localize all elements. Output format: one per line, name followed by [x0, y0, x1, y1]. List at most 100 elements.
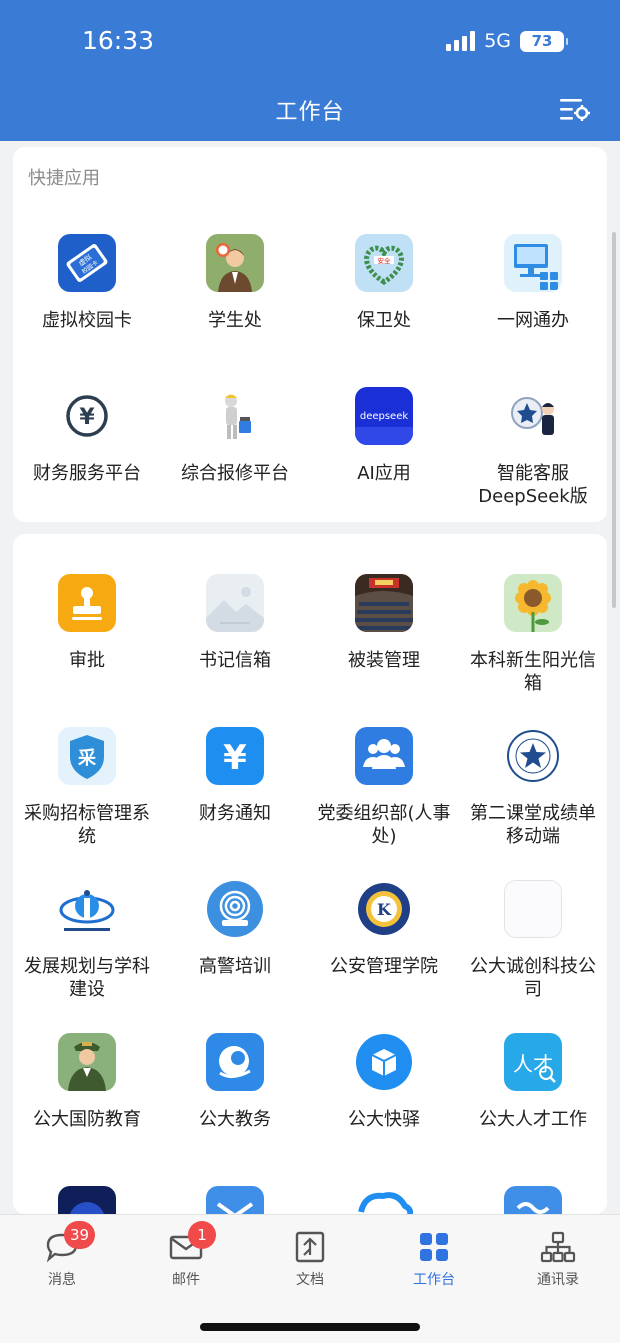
sunflower-icon: [504, 574, 562, 632]
app-label: 公大国防教育: [33, 1109, 141, 1130]
app-academic-affairs[interactable]: 公大教务: [161, 1033, 309, 1131]
app-label: 智能客服DeepSeek版: [478, 463, 588, 507]
app-express-station[interactable]: 公大快驿: [310, 1033, 458, 1131]
app-security-office[interactable]: 安全 保卫处: [310, 234, 458, 332]
mail-app-icon: [206, 1186, 264, 1214]
app-talent-work[interactable]: 人才 公大人才工作: [459, 1033, 607, 1131]
auditorium-photo-icon: [355, 574, 413, 632]
svg-text:K: K: [377, 900, 392, 919]
workbench-grid-icon: [414, 1227, 454, 1267]
document-icon: [290, 1227, 330, 1267]
battery-icon: 73: [520, 30, 568, 52]
app-repair-platform[interactable]: 综合报修平台: [161, 387, 309, 485]
student-affairs-icon: [206, 234, 264, 292]
cloud-app-icon: [355, 1186, 413, 1214]
app-label: 公大快驿: [348, 1109, 420, 1130]
tab-mail[interactable]: 1 邮件: [124, 1221, 248, 1289]
security-office-icon: 安全: [355, 234, 413, 292]
app-label: 审批: [69, 650, 105, 671]
app-partial-2[interactable]: [161, 1186, 309, 1214]
svg-text:人才: 人才: [513, 1052, 553, 1076]
app-finance-platform[interactable]: ¥ 财务服务平台: [13, 387, 161, 485]
tab-label: 文档: [296, 1272, 324, 1288]
app-approval[interactable]: 审批: [13, 574, 161, 672]
status-indicators: 5G 73: [446, 30, 568, 52]
finance-platform-icon: ¥: [58, 387, 116, 445]
chat-bubble-icon: 39: [42, 1221, 96, 1267]
app-one-stop-service[interactable]: 一网通办: [459, 234, 607, 332]
tab-label: 工作台: [413, 1272, 455, 1288]
app-finance-notice[interactable]: ¥ 财务通知: [161, 727, 309, 825]
app-label: 财务服务平台: [33, 463, 141, 484]
one-stop-service-icon: [504, 234, 562, 292]
app-label: 第二课堂成绩单移动端: [470, 803, 596, 847]
app-student-affairs[interactable]: 学生处: [161, 234, 309, 332]
apps-card: 审批 书记信箱 被装管理 本科新生阳光信箱 采 采购招标管理系统 ¥ 财务通知 …: [13, 534, 607, 1214]
unread-badge: 39: [64, 1221, 96, 1249]
app-uniform-management[interactable]: 被装管理: [310, 574, 458, 672]
svg-text:¥: ¥: [79, 405, 95, 430]
app-chengchuang-tech[interactable]: 公大诚创科技公司: [459, 880, 607, 1001]
app-partial-1[interactable]: [13, 1186, 161, 1214]
app-virtual-campus-card[interactable]: 虚拟 校园卡 虚拟校园卡: [13, 234, 161, 332]
app-label: 一网通办: [497, 310, 569, 331]
app-label: 高警培训: [199, 956, 271, 977]
app-label: 保卫处: [357, 310, 411, 331]
tab-messages[interactable]: 39 消息: [0, 1221, 124, 1289]
parcel-box-icon: [355, 1033, 413, 1091]
app-development-planning[interactable]: 发展规划与学科建设: [13, 880, 161, 1001]
unread-badge: 1: [188, 1221, 216, 1249]
scrollbar[interactable]: [612, 232, 616, 608]
app-label: 综合报修平台: [181, 463, 289, 484]
app-label: 书记信箱: [199, 650, 271, 671]
repair-platform-icon: [206, 387, 264, 445]
tab-documents[interactable]: 文档: [248, 1227, 372, 1289]
app-secretary-mailbox[interactable]: 书记信箱: [161, 574, 309, 672]
college-emblem-icon: K: [355, 880, 413, 938]
mail-icon: 1: [166, 1221, 216, 1267]
svg-text:安全: 安全: [378, 256, 392, 265]
app-party-organization[interactable]: 党委组织部(人事处): [310, 727, 458, 848]
police-emblem-icon: [504, 727, 562, 785]
svg-text:deepseek: deepseek: [360, 411, 409, 422]
app-label: 党委组织部(人事处): [317, 803, 451, 847]
app-police-management-college[interactable]: K 公安管理学院: [310, 880, 458, 978]
app-label: AI应用: [357, 463, 411, 484]
yuan-icon: ¥: [206, 727, 264, 785]
settings-list-icon[interactable]: [560, 97, 590, 123]
approval-stamp-icon: [58, 574, 116, 632]
wave-app-icon: [504, 1186, 562, 1214]
app-label: 公大人才工作: [479, 1109, 587, 1130]
app-label: 公大诚创科技公司: [470, 956, 596, 1000]
status-time: 16:33: [82, 26, 155, 55]
academic-affairs-icon: [206, 1033, 264, 1091]
app-freshman-mailbox[interactable]: 本科新生阳光信箱: [459, 574, 607, 695]
blank-app-icon: [504, 880, 562, 938]
training-icon: [206, 880, 264, 938]
app-procurement[interactable]: 采 采购招标管理系统: [13, 727, 161, 848]
app-partial-4[interactable]: [459, 1186, 607, 1214]
app-police-training[interactable]: 高警培训: [161, 880, 309, 978]
talent-icon: 人才: [504, 1033, 562, 1091]
tab-workbench[interactable]: 工作台: [372, 1227, 496, 1289]
tab-label: 通讯录: [537, 1272, 579, 1288]
app-ai[interactable]: deepseek AI应用: [310, 387, 458, 485]
app-label: 学生处: [208, 310, 262, 331]
app-defense-education[interactable]: 公大国防教育: [13, 1033, 161, 1131]
people-group-icon: [355, 727, 413, 785]
app-label: 被装管理: [348, 650, 420, 671]
app-label: 公安管理学院: [330, 956, 438, 977]
app-partial-3[interactable]: [310, 1186, 458, 1214]
image-placeholder-icon: [206, 574, 264, 632]
tab-contacts[interactable]: 通讯录: [496, 1227, 620, 1289]
app-second-classroom[interactable]: 第二课堂成绩单移动端: [459, 727, 607, 848]
page-title: 工作台: [275, 100, 345, 125]
app-label: 发展规划与学科建设: [24, 956, 150, 1000]
smart-support-icon: [504, 387, 562, 445]
procurement-icon: 采: [58, 727, 116, 785]
app-smart-support[interactable]: 智能客服DeepSeek版: [459, 387, 607, 508]
home-indicator: [200, 1323, 420, 1331]
signal-icon: [446, 31, 476, 51]
network-type: 5G: [484, 30, 511, 52]
app-label: 本科新生阳光信箱: [470, 650, 596, 694]
